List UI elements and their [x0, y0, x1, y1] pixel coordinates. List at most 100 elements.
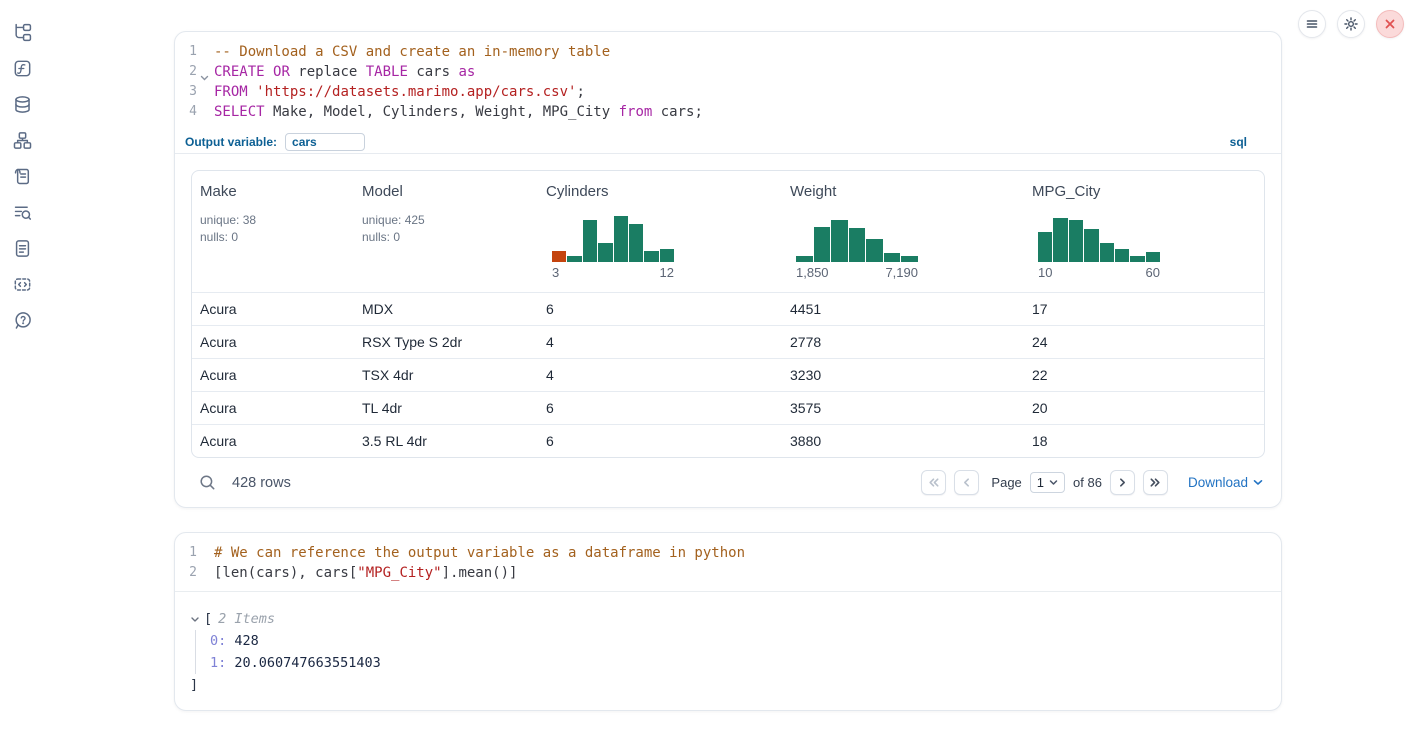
code-line: 4 SELECT Make, Model, Cylinders, Weight,…: [175, 102, 1281, 122]
table-row[interactable]: Acura RSX Type S 2dr 4 2778 24: [192, 325, 1264, 358]
code-token: FROM: [214, 84, 248, 100]
histogram-bar: [849, 228, 866, 262]
table-cell: Acura: [192, 367, 354, 383]
table-footer: 428 rows Page 1 of 86: [175, 458, 1281, 507]
output-variable-input[interactable]: [285, 133, 365, 151]
histogram-bar: [629, 224, 643, 262]
table-cell: 3230: [782, 367, 1024, 383]
help-icon[interactable]: [13, 311, 32, 330]
table-cell: 3880: [782, 433, 1024, 449]
python-code-editor[interactable]: 1 # We can reference the output variable…: [175, 533, 1281, 591]
histogram-bar: [1038, 232, 1052, 262]
sql-code-editor[interactable]: 1 -- Download a CSV and create an in-mem…: [175, 32, 1281, 130]
scroll-icon[interactable]: [13, 167, 32, 186]
search-logs-icon[interactable]: [13, 203, 32, 222]
function-icon[interactable]: [13, 59, 32, 78]
tree-item-key: 1:: [210, 655, 226, 671]
next-page-button[interactable]: [1110, 470, 1135, 495]
histogram-bar: [552, 251, 566, 262]
document-icon[interactable]: [13, 239, 32, 258]
python-cell: 1 # We can reference the output variable…: [174, 532, 1282, 711]
file-tree-icon[interactable]: [13, 23, 32, 42]
code-token: as: [458, 64, 475, 80]
table-cell: 4451: [782, 301, 1024, 317]
code-token: "MPG_City": [357, 565, 441, 581]
sql-cell: 1 -- Download a CSV and create an in-mem…: [174, 31, 1282, 508]
column-stat-unique: unique: 38: [200, 212, 346, 229]
table-row[interactable]: Acura TL 4dr 6 3575 20: [192, 391, 1264, 424]
last-page-button[interactable]: [1143, 470, 1168, 495]
column-title: MPG_City: [1032, 183, 1256, 200]
code-line: 2 CREATE OR replace TABLE cars as: [175, 62, 1281, 82]
chevrons-left-icon: [926, 475, 941, 490]
histogram-bar: [831, 220, 848, 262]
table-cell: TL 4dr: [354, 400, 538, 416]
table-cell: Acura: [192, 334, 354, 350]
output-variable-label: Output variable:: [185, 135, 277, 149]
histogram-bar: [614, 216, 628, 262]
window-controls: [1298, 10, 1404, 38]
histogram-max-label: 12: [660, 265, 674, 280]
code-token: Make, Model, Cylinders, Weight, MPG_City: [265, 104, 619, 120]
histogram-bar: [583, 220, 597, 262]
settings-button[interactable]: [1337, 10, 1365, 38]
tree-item-value: 428: [234, 633, 258, 649]
line-number: 3: [175, 82, 197, 102]
column-title: Make: [200, 183, 346, 200]
table-row[interactable]: Acura MDX 6 4451 17: [192, 292, 1264, 325]
table-row[interactable]: Acura TSX 4dr 4 3230 22: [192, 358, 1264, 391]
chevron-left-icon: [959, 475, 974, 490]
table-cell: 6: [538, 433, 782, 449]
database-icon[interactable]: [13, 95, 32, 114]
code-token: ;: [576, 84, 584, 100]
line-number: 2: [175, 563, 197, 583]
histogram-bar: [567, 256, 581, 262]
language-badge: sql: [1230, 135, 1247, 149]
column-title: Weight: [790, 183, 1016, 200]
table-row[interactable]: Acura 3.5 RL 4dr 6 3880 18: [192, 424, 1264, 457]
histogram-bar: [1069, 220, 1083, 262]
column-header-cylinders[interactable]: Cylinders 3 12: [538, 183, 782, 280]
code-token: 'https://datasets.marimo.app/cars.csv': [256, 84, 576, 100]
code-token: # We can reference the output variable a…: [214, 545, 745, 561]
histogram-weight: 1,850 7,190: [796, 214, 918, 280]
tree-collapse-chevron-icon[interactable]: [190, 615, 200, 624]
column-stat-nulls: nulls: 0: [200, 229, 346, 246]
table-cell: 3575: [782, 400, 1024, 416]
dependency-graph-icon[interactable]: [13, 131, 32, 150]
snippets-icon[interactable]: [13, 275, 32, 294]
page-total: of 86: [1073, 475, 1102, 490]
code-token: SELECT: [214, 104, 265, 120]
table-cell: 6: [538, 400, 782, 416]
search-icon[interactable]: [199, 474, 216, 491]
tree-items: 0: 428 1: 20.060747663551403: [195, 630, 1281, 674]
pagination: Page 1 of 86 Download: [921, 470, 1263, 495]
first-page-button[interactable]: [921, 470, 946, 495]
tree-item: 1: 20.060747663551403: [210, 652, 1281, 674]
column-header-weight[interactable]: Weight 1,850 7,190: [782, 183, 1024, 280]
column-header-mpg-city[interactable]: MPG_City 10 60: [1024, 183, 1264, 280]
histogram-bar: [1146, 252, 1160, 262]
code-token: TABLE: [366, 64, 408, 80]
menu-button[interactable]: [1298, 10, 1326, 38]
code-token: [265, 64, 273, 80]
code-token: replace: [290, 64, 366, 80]
table-cell: 18: [1024, 433, 1264, 449]
prev-page-button[interactable]: [954, 470, 979, 495]
code-token: from: [619, 104, 653, 120]
table-cell: 20: [1024, 400, 1264, 416]
column-header-make[interactable]: Make unique: 38 nulls: 0: [192, 183, 354, 280]
python-output-tree: [ 2 Items 0: 428 1: 20.060747663551403 ]: [175, 592, 1281, 710]
tree-item: 0: 428: [210, 630, 1281, 652]
histogram-min-label: 3: [552, 265, 559, 280]
line-number: 2: [175, 62, 197, 82]
page-select[interactable]: 1: [1030, 472, 1065, 493]
download-label: Download: [1188, 475, 1248, 490]
column-header-model[interactable]: Model unique: 425 nulls: 0: [354, 183, 538, 280]
close-button[interactable]: [1376, 10, 1404, 38]
histogram-max-label: 60: [1146, 265, 1160, 280]
menu-icon: [1305, 17, 1319, 31]
histogram-bar: [1115, 249, 1129, 262]
download-button[interactable]: Download: [1188, 475, 1263, 490]
histogram-bar: [644, 251, 658, 262]
